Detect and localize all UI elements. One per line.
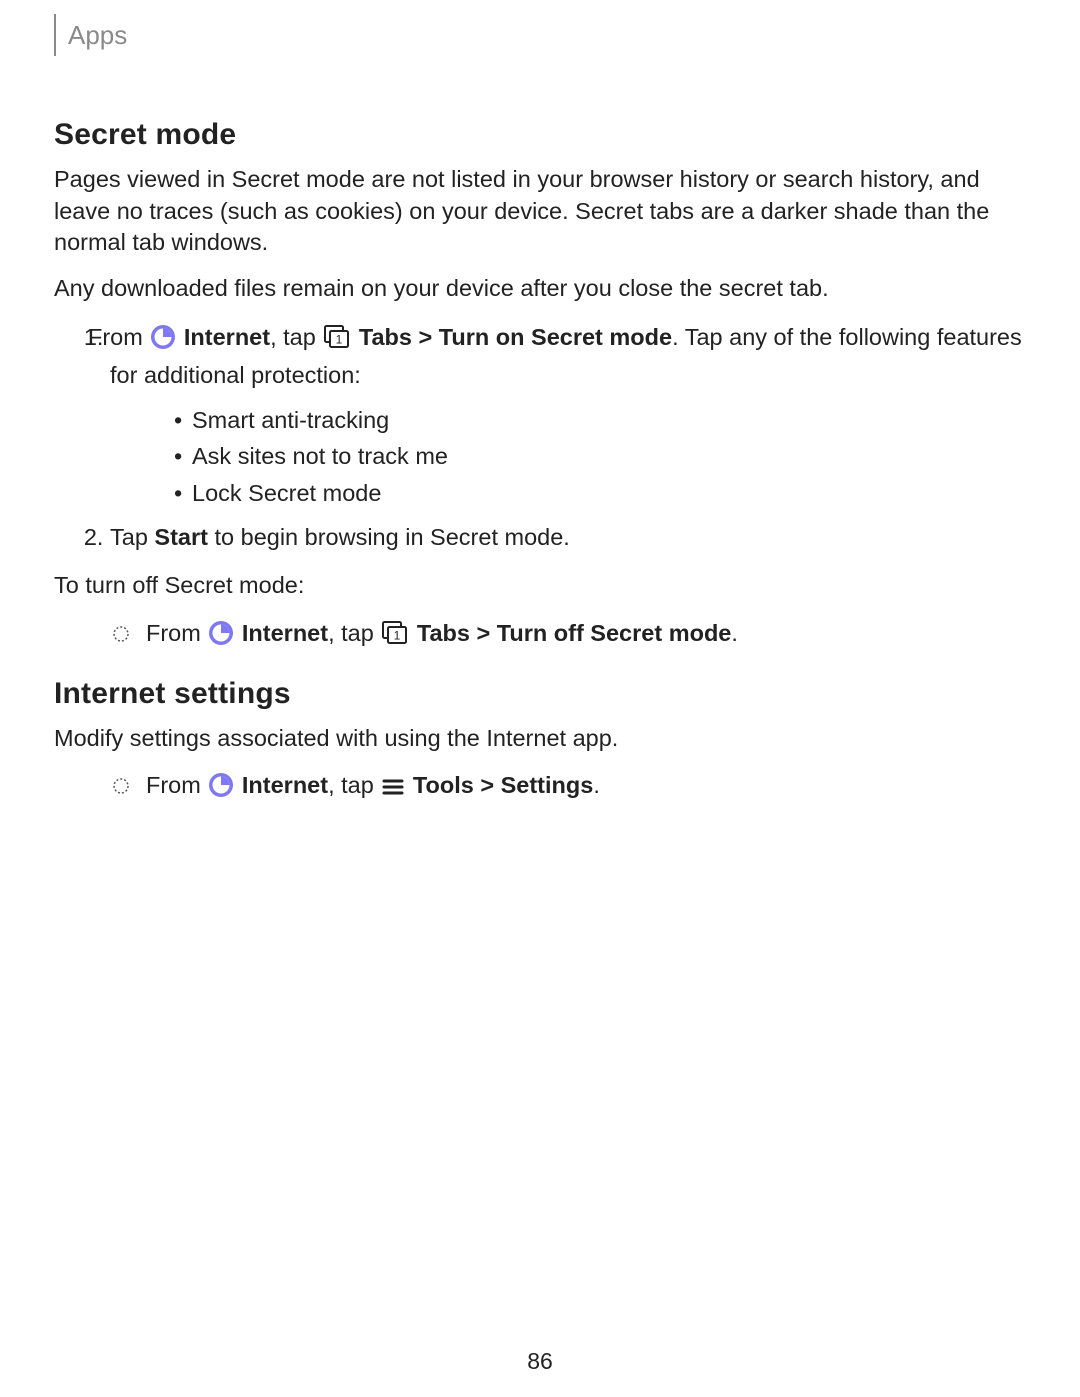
internet-icon — [208, 620, 234, 655]
list-item: From Internet, tap 1 Tabs > Turn off Sec… — [110, 616, 1026, 655]
text: From — [146, 772, 207, 798]
page-header: Apps — [54, 0, 1026, 96]
turn-on-label: Turn on Secret mode — [439, 324, 672, 350]
sep: > — [412, 324, 439, 350]
bullet-item: Lock Secret mode — [174, 475, 1026, 511]
sep: > — [470, 620, 497, 646]
turn-off-label: Turn off Secret mode — [497, 620, 732, 646]
text: to begin browsing in Secret mode. — [208, 524, 570, 550]
tools-label: Tools — [413, 772, 474, 798]
turn-off-steps: From Internet, tap 1 Tabs > Turn off Sec… — [54, 616, 1026, 655]
tabs-label: Tabs — [359, 324, 412, 350]
start-label: Start — [154, 524, 208, 550]
breadcrumb: Apps — [68, 20, 127, 51]
svg-text:1: 1 — [336, 332, 343, 346]
svg-text:1: 1 — [394, 628, 401, 642]
feature-bullets: Smart anti-tracking Ask sites not to tra… — [110, 402, 1026, 511]
internet-label: Internet — [242, 620, 328, 646]
page-number: 86 — [0, 1348, 1080, 1375]
text: Tap — [110, 524, 154, 550]
paragraph: Pages viewed in Secret mode are not list… — [54, 164, 1026, 259]
ordered-steps: From Internet, tap 1 Tabs — [54, 321, 1026, 554]
list-item: From Internet, tap Tools > Settings. — [110, 768, 1026, 807]
internet-label: Internet — [242, 772, 328, 798]
bullet-item: Ask sites not to track me — [174, 438, 1026, 474]
paragraph: To turn off Secret mode: — [54, 570, 1026, 602]
internet-icon — [150, 324, 176, 359]
text: . — [593, 772, 600, 798]
dotted-circle-icon — [111, 771, 131, 805]
sep: > — [474, 772, 501, 798]
menu-icon — [381, 773, 405, 807]
tabs-icon: 1 — [323, 324, 351, 359]
tabs-icon: 1 — [381, 620, 409, 655]
paragraph: Modify settings associated with using th… — [54, 723, 1026, 755]
internet-label: Internet — [184, 324, 270, 350]
text: , tap — [328, 772, 380, 798]
internet-icon — [208, 772, 234, 807]
paragraph: Any downloaded files remain on your devi… — [54, 273, 1026, 305]
text: . — [731, 620, 738, 646]
tabs-label: Tabs — [417, 620, 470, 646]
bullet-item: Smart anti-tracking — [174, 402, 1026, 438]
heading-secret-mode: Secret mode — [54, 118, 1026, 152]
dotted-circle-icon — [111, 619, 131, 653]
step-1: From Internet, tap 1 Tabs — [110, 321, 1026, 511]
text: From — [88, 324, 149, 350]
heading-internet-settings: Internet settings — [54, 677, 1026, 711]
step-2: Tap Start to begin browsing in Secret mo… — [110, 521, 1026, 554]
text: From — [146, 620, 207, 646]
text: , tap — [328, 620, 380, 646]
internet-settings-steps: From Internet, tap Tools > Settings. — [54, 768, 1026, 807]
header-vertical-rule — [54, 14, 56, 56]
settings-label: Settings — [501, 772, 594, 798]
text: , tap — [270, 324, 322, 350]
